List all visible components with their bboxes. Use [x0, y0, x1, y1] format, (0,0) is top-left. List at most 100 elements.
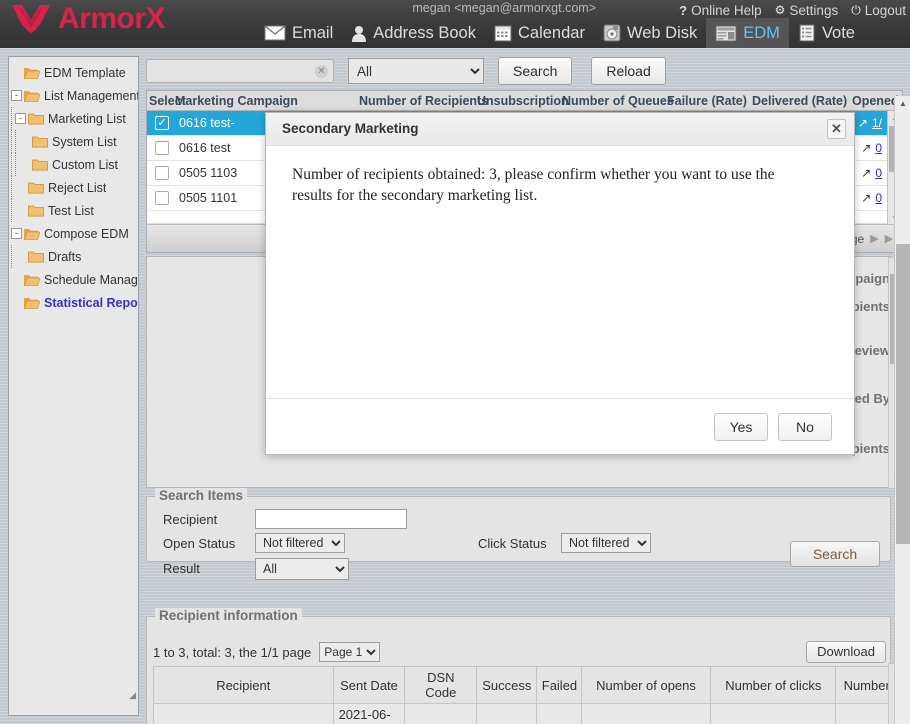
cell-success: Success	[477, 704, 537, 724]
opened-link[interactable]: 0	[875, 141, 882, 155]
filter-select[interactable]: All	[348, 58, 484, 84]
sidebar-item-1[interactable]: -List Management	[11, 84, 138, 107]
grid-column-header[interactable]: Unsubscription	[477, 94, 569, 108]
row-checkbox[interactable]	[155, 141, 169, 155]
online-help-label: Online Help	[691, 3, 762, 18]
yes-button[interactable]: Yes	[714, 413, 768, 441]
sidebar-resize-grip[interactable]: ◢	[129, 690, 136, 701]
tab-edm[interactable]: EDM	[706, 18, 789, 48]
logout-link[interactable]: ⏻ Logout	[851, 3, 906, 18]
sidebar-item-3[interactable]: System List	[11, 130, 138, 153]
table-row[interactable]: megan@armorxgt.com2021-06-16 09:29:092.0…	[154, 704, 898, 724]
sidebar-item-2[interactable]: - Marketing List	[11, 107, 138, 130]
sidebar-item-7[interactable]: -Compose EDM	[11, 222, 138, 245]
sidebar-item-5[interactable]: Reject List	[11, 176, 138, 199]
tree-toggle[interactable]: -	[15, 113, 26, 124]
external-link-icon[interactable]: ↗	[861, 141, 871, 155]
settings-link[interactable]: ⚙ Settings	[775, 3, 839, 18]
close-icon[interactable]: ✕	[827, 119, 846, 139]
recipient-column-header[interactable]: Number of opens	[581, 667, 710, 704]
vote-icon	[798, 24, 816, 42]
search-input[interactable]	[147, 60, 333, 82]
tab-calendar[interactable]: Calendar	[485, 18, 594, 48]
page-select[interactable]: Page 1	[319, 642, 380, 662]
logout-label: Logout	[865, 3, 906, 18]
recipient-column-header[interactable]: Success	[477, 667, 537, 704]
search-items-search-button[interactable]: Search	[790, 541, 880, 567]
sidebar-item-0[interactable]: EDM Template	[11, 61, 138, 84]
dialog-title: Secondary Marketing	[282, 121, 419, 136]
recipient-input[interactable]	[255, 509, 407, 529]
sidebar-item-label: Marketing List	[48, 112, 126, 126]
result-label: Result	[163, 561, 200, 576]
row-checkbox[interactable]	[155, 191, 169, 205]
opened-link[interactable]: 0	[875, 166, 882, 180]
tab-web-disk-label: Web Disk	[627, 24, 697, 43]
external-link-icon[interactable]: ↗	[858, 116, 868, 130]
download-button[interactable]: Download	[806, 641, 886, 663]
sidebar-item-9[interactable]: Schedule Management	[11, 268, 138, 291]
recipient-column-header[interactable]: Sent Date	[333, 667, 405, 704]
click-status-select[interactable]: Not filtered	[561, 533, 651, 553]
power-icon: ⏻	[851, 3, 861, 18]
tab-web-disk[interactable]: Web Disk	[594, 18, 706, 48]
tree-toggle[interactable]: -	[11, 228, 22, 239]
grid-column-header[interactable]: Delivered (Rate)	[752, 94, 847, 108]
disk-icon	[603, 24, 621, 42]
sidebar-item-label: Custom List	[52, 158, 118, 172]
sidebar-item-label: Schedule Management	[44, 273, 138, 287]
scroll-up-icon[interactable]: ▲	[895, 96, 910, 112]
grid-column-header[interactable]: Number of Recipients	[359, 94, 488, 108]
no-button[interactable]: No	[778, 413, 832, 441]
clear-circle-icon[interactable]: ✕	[315, 65, 328, 78]
external-link-icon[interactable]: ↗	[861, 166, 871, 180]
row-checkbox[interactable]: ✓	[155, 116, 169, 130]
brand-logo[interactable]: ArmorX	[10, 2, 165, 36]
sidebar-tree: EDM Template-List Management-Marketing L…	[9, 57, 138, 314]
recipient-column-header[interactable]: Number of clicks	[711, 667, 836, 704]
online-help-link[interactable]: ? Online Help	[679, 3, 762, 18]
sidebar-item-4[interactable]: Custom List	[11, 153, 138, 176]
tree-toggle[interactable]: -	[11, 90, 22, 101]
folder-icon	[28, 204, 44, 217]
page-scrollbar-thumb[interactable]	[896, 244, 910, 544]
recipient-column-header[interactable]: DSN Code	[405, 667, 477, 704]
armorx-logo-icon	[10, 2, 54, 36]
grid-column-header[interactable]: Marketing Campaign	[175, 94, 298, 108]
envelope-icon	[264, 25, 286, 41]
tab-email[interactable]: Email	[255, 18, 342, 48]
header-utility-links: ? Online Help ⚙ Settings ⏻ Logout	[679, 0, 906, 20]
tab-email-label: Email	[292, 24, 333, 43]
tab-address-book[interactable]: Address Book	[342, 18, 485, 48]
recipient-summary: 1 to 3, total: 3, the 1/1 page	[153, 645, 311, 660]
tab-vote-label: Vote	[822, 24, 855, 43]
open-status-select[interactable]: Not filtered	[255, 533, 345, 553]
search-button[interactable]: Search	[498, 57, 572, 85]
opened-link[interactable]: 1/	[872, 116, 882, 130]
reload-button[interactable]: Reload	[591, 57, 665, 85]
grid-column-header[interactable]: Number of Queues	[562, 94, 674, 108]
recipient-pagination-bar: 1 to 3, total: 3, the 1/1 page Page 1 Do…	[153, 639, 886, 665]
sidebar-item-6[interactable]: Test List	[11, 199, 138, 222]
sidebar-item-8[interactable]: Drafts	[11, 245, 138, 268]
opened-cell: ↗0	[861, 191, 882, 205]
grid-column-header[interactable]: Opened	[852, 94, 899, 108]
grid-column-header[interactable]: Failure (Rate)	[667, 94, 747, 108]
recipient-column-header[interactable]: Recipient	[154, 667, 334, 704]
play-icon[interactable]: ▶	[870, 232, 878, 245]
row-checkbox[interactable]	[155, 166, 169, 180]
opened-link[interactable]: 0	[875, 191, 882, 205]
search-items-fieldset: Search Items Recipient Open Status Not f…	[146, 496, 891, 562]
question-icon: ?	[679, 3, 687, 18]
result-select[interactable]: All	[255, 558, 349, 580]
open-folder-icon	[24, 227, 40, 240]
sidebar-item-10[interactable]: Statistical Report	[11, 291, 138, 314]
external-link-icon[interactable]: ↗	[861, 191, 871, 205]
cell-recipient: megan@armorxgt.com	[154, 704, 334, 724]
recipient-column-header[interactable]: Failed	[536, 667, 581, 704]
recipient-information-fieldset: Recipient information 1 to 3, total: 3, …	[146, 616, 891, 724]
page-scrollbar[interactable]: ▲	[894, 96, 910, 724]
application-window: ArmorX megan <megan@armorxgt.com> ? Onli…	[0, 0, 910, 724]
folder-icon	[32, 158, 48, 171]
tab-vote[interactable]: Vote	[789, 18, 864, 48]
